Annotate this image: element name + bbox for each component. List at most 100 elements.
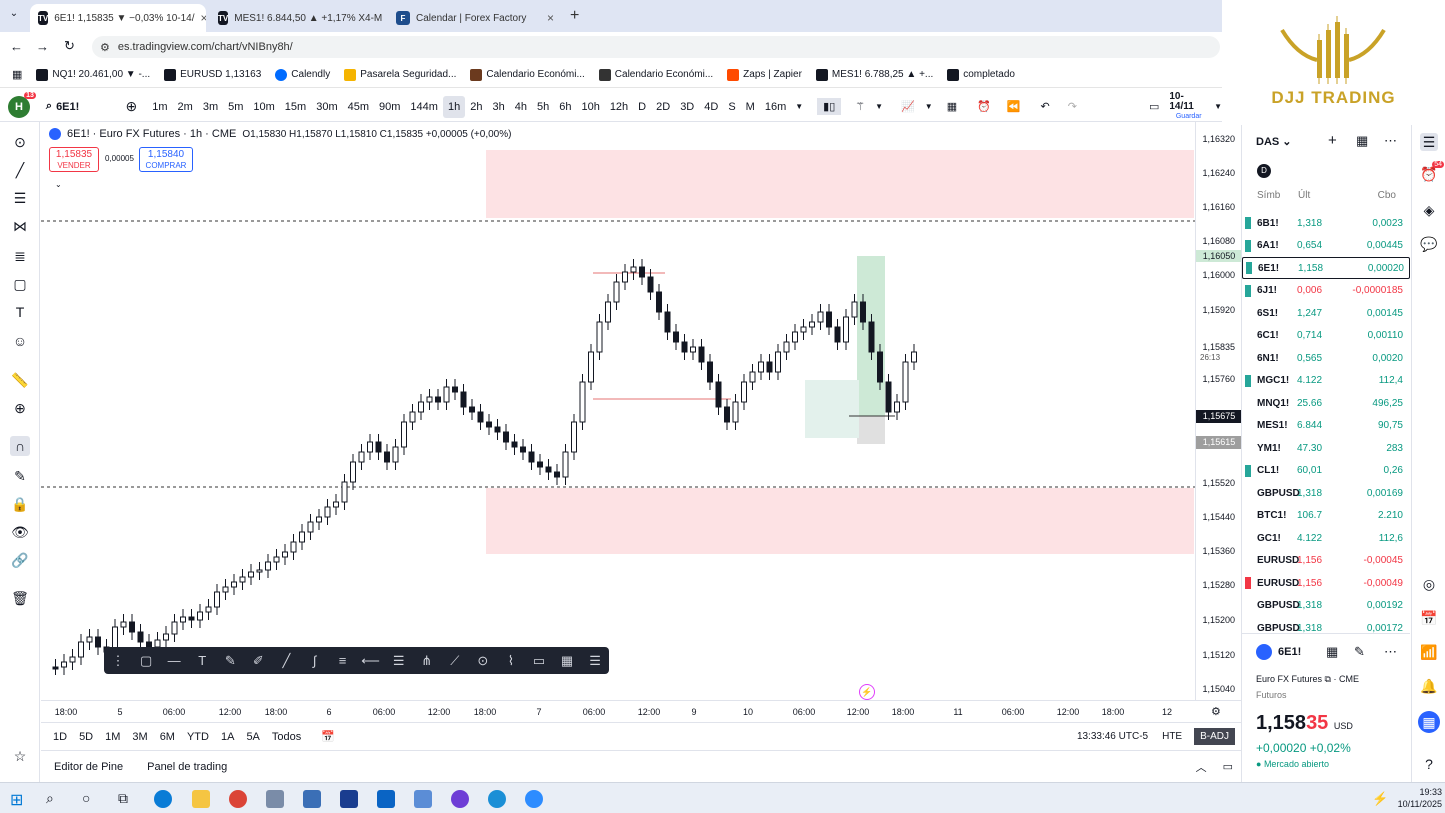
app-icon[interactable] xyxy=(488,790,506,808)
badj-button[interactable]: B-ADJ xyxy=(1194,728,1235,745)
timeframe-button[interactable]: 1m xyxy=(147,96,172,118)
maximize-icon[interactable]: ▭ xyxy=(1223,760,1233,773)
close-icon[interactable]: × xyxy=(201,11,206,25)
watchlist-row[interactable]: EURUSD 1,156 -0,00049 xyxy=(1242,572,1410,594)
timeframe-button[interactable]: M xyxy=(741,96,760,118)
cursor-icon[interactable]: ⊙ xyxy=(10,132,30,152)
mail-icon[interactable] xyxy=(377,790,395,808)
pen-icon[interactable]: ✐ xyxy=(244,653,272,669)
watchlist-row[interactable]: 6E1! 1,158 0,00020 xyxy=(1242,257,1410,279)
back-icon[interactable]: ← xyxy=(10,39,23,54)
watchlist-name[interactable]: DAS ⌄ xyxy=(1256,135,1292,148)
timeframe-button[interactable]: 2D xyxy=(651,96,675,118)
lightning-icon[interactable]: ⚡ xyxy=(859,684,875,700)
tab-search-icon[interactable]: ⌄ xyxy=(6,8,22,24)
more-icon[interactable]: ⋯ xyxy=(1384,644,1397,660)
timeframe-button[interactable]: 3D xyxy=(675,96,699,118)
watchlist-row[interactable]: CL1! 60,01 0,26 xyxy=(1242,460,1410,482)
watchlist-row[interactable]: GC1! 4.122 112,6 xyxy=(1242,527,1410,549)
circle-icon[interactable]: ⊙ xyxy=(469,653,497,669)
range-button[interactable]: 3M xyxy=(126,731,153,743)
layout-icon[interactable]: ▦ xyxy=(947,100,957,113)
menu-icon[interactable]: ☰ xyxy=(581,653,609,669)
app-icon[interactable] xyxy=(340,790,358,808)
legend-title[interactable]: 6E1! · Euro FX Futures · 1h · CME xyxy=(67,128,236,140)
watchlist-row[interactable]: GBPUSD 1,318 0,00192 xyxy=(1242,595,1410,617)
brush-icon[interactable]: ✎ xyxy=(216,653,244,669)
edge-icon[interactable] xyxy=(154,790,172,808)
trash-icon[interactable]: 🗑 xyxy=(10,588,30,608)
horizontal-lines-icon[interactable]: ☰ xyxy=(10,188,30,208)
target-icon[interactable]: ◎ xyxy=(1420,575,1438,593)
alerts-icon[interactable]: ⏰ 54 xyxy=(1420,161,1444,183)
timeframe-button[interactable]: S xyxy=(723,96,740,118)
watchlist-icon[interactable]: ☰ xyxy=(1420,133,1438,151)
drag-handle-icon[interactable]: ⋮ xyxy=(104,653,132,669)
text-icon[interactable]: T xyxy=(10,302,30,322)
more-icon[interactable]: ⋯ xyxy=(1384,133,1397,149)
indicators-icon[interactable]: ⚚ xyxy=(855,100,865,113)
add-symbol-icon[interactable]: + xyxy=(1328,132,1337,149)
bookmark-5[interactable]: Calendario Económi... xyxy=(470,68,585,81)
add-symbol-icon[interactable]: ⊕ xyxy=(126,98,138,115)
external-link-icon[interactable]: ⧉ · xyxy=(1325,674,1339,684)
templates-icon[interactable]: 📈 xyxy=(901,100,915,113)
forward-icon[interactable]: → xyxy=(36,39,49,54)
calendar-icon[interactable]: 📅 xyxy=(321,730,335,743)
fullscreen-icon[interactable]: ▭ xyxy=(1149,100,1159,113)
emoji-icon[interactable]: ☺ xyxy=(10,331,30,351)
calendar-icon[interactable]: 📅 xyxy=(1420,609,1438,627)
ruler-icon[interactable]: 📏 xyxy=(10,370,30,390)
session-label[interactable]: HTE xyxy=(1162,731,1182,742)
range-button[interactable]: 6M xyxy=(154,731,181,743)
text-icon[interactable]: T xyxy=(188,653,216,668)
close-icon[interactable]: × xyxy=(547,11,554,25)
ray-icon[interactable]: ⟵ xyxy=(357,653,385,669)
range-button[interactable]: 1M xyxy=(99,731,126,743)
url-field[interactable]: ⚙ es.tradingview.com/chart/vNIBny8h/ xyxy=(92,36,1220,58)
range-button[interactable]: 1A xyxy=(215,731,240,743)
new-tab-icon[interactable]: + xyxy=(570,7,579,25)
path-icon[interactable]: ⌇ xyxy=(497,653,525,669)
watchlist-row[interactable]: MNQ1! 25.66 496,25 xyxy=(1242,392,1410,414)
magnet-icon[interactable]: ∩ xyxy=(10,436,30,456)
buy-button[interactable]: 1,15840 COMPRAR xyxy=(139,147,193,172)
trend-line-icon[interactable]: ╱ xyxy=(272,653,300,669)
timeframe-button[interactable]: 2h xyxy=(465,96,487,118)
chevron-down-icon[interactable]: ▼ xyxy=(925,102,933,111)
timeframe-button[interactable]: 4D xyxy=(699,96,723,118)
lock-icon[interactable]: 🔒 xyxy=(10,494,30,514)
app-icon[interactable] xyxy=(414,790,432,808)
fan-icon[interactable]: ⟋ xyxy=(441,653,469,669)
timeframe-button[interactable]: 1h xyxy=(442,95,466,118)
timeframe-button[interactable]: 3m xyxy=(198,96,223,118)
zoom-app-icon[interactable] xyxy=(525,790,543,808)
favorites-icon[interactable]: ☆ xyxy=(10,746,30,766)
alert-icon[interactable]: ⏰ xyxy=(977,100,991,113)
edit-icon[interactable]: ✎ xyxy=(1354,644,1365,660)
site-info-icon[interactable]: ⚙ xyxy=(100,41,110,54)
time-axis[interactable]: 18:00 5 06:00 12:00 18:00 6 06:00 12:00 18:00 7 06… xyxy=(41,700,1241,722)
eye-icon[interactable]: 👁 xyxy=(10,522,30,542)
calculator-icon[interactable] xyxy=(303,790,321,808)
watchlist-row[interactable]: 6S1! 1,247 0,00145 xyxy=(1242,302,1410,324)
undo-icon[interactable]: ↶ xyxy=(1041,100,1050,113)
apps-icon[interactable]: ▦ xyxy=(1418,711,1440,733)
timeframe-button[interactable]: 12h xyxy=(605,96,633,118)
section-badge[interactable]: D xyxy=(1257,164,1271,178)
sell-button[interactable]: 1,15835 VENDER xyxy=(49,147,99,172)
timeframe-button[interactable]: 3h xyxy=(487,96,509,118)
chevron-down-icon[interactable]: ▼ xyxy=(795,102,803,111)
save-button[interactable]: 10-14/11 Guardar xyxy=(1169,91,1208,122)
chevron-down-icon[interactable]: ▼ xyxy=(1214,102,1222,111)
clock-label[interactable]: 13:33:46 UTC-5 xyxy=(1077,731,1148,742)
watchlist-row[interactable]: 6C1! 0,714 0,00110 xyxy=(1242,325,1410,347)
bookmark-6[interactable]: Calendario Económi... xyxy=(598,68,713,81)
bookmark-8[interactable]: MES1! 6.788,25 ▲ +... xyxy=(815,68,933,81)
symbol-search[interactable]: ⌕ 6E1! xyxy=(46,100,116,113)
rectangle-icon[interactable]: ▢ xyxy=(10,274,30,294)
watchlist-row[interactable]: GBPUSD 1,318 0,00169 xyxy=(1242,482,1410,504)
tab-trading-panel[interactable]: Panel de trading xyxy=(147,761,227,773)
chart-canvas[interactable]: 6E1! · Euro FX Futures · 1h · CME O1,158… xyxy=(41,122,1241,722)
watchlist-row[interactable]: BTC1! 106.7 2.210 xyxy=(1242,505,1410,527)
